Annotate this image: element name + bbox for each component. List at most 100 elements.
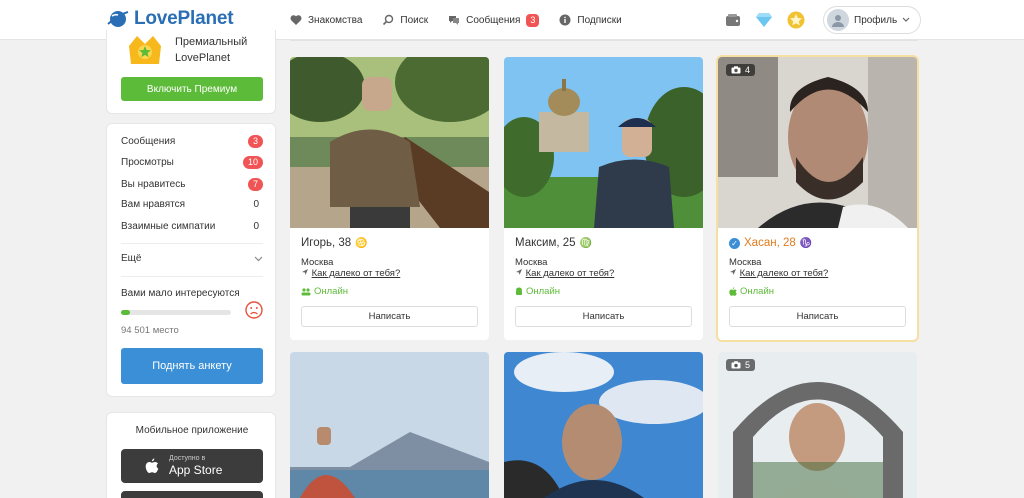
card-city: Москва <box>301 257 334 268</box>
card-distance[interactable]: Как далеко от тебя? <box>729 268 828 279</box>
interest-progress-fill <box>121 310 130 315</box>
logo-text: LovePlanet <box>134 8 234 29</box>
zodiac-icon: ♍ <box>579 237 592 249</box>
profile-card[interactable]: 5 <box>718 352 917 498</box>
profile-label: Профиль <box>854 14 898 26</box>
header-actions: Профиль <box>725 0 922 40</box>
diamond-icon[interactable] <box>755 12 773 28</box>
write-button[interactable]: Написать <box>515 306 692 327</box>
android-online-icon <box>516 287 522 295</box>
card-city: Москва <box>515 257 548 268</box>
user-avatar-icon <box>832 15 844 27</box>
profile-photo[interactable] <box>290 57 489 228</box>
zodiac-icon: ♋ <box>355 237 368 249</box>
stat-label: Вам нравятся <box>121 199 186 210</box>
divider <box>121 243 263 244</box>
premium-crown-icon <box>129 36 161 64</box>
location-arrow-icon <box>302 269 308 275</box>
wallet-icon[interactable] <box>725 13 741 27</box>
more-label: Ещё <box>121 253 142 264</box>
photo-count-badge: 4 <box>726 64 756 76</box>
apple-online-icon <box>729 287 737 296</box>
photo-mountain-lake <box>290 352 489 498</box>
location-arrow-icon <box>730 269 736 275</box>
stat-label: Просмотры <box>121 157 174 168</box>
logo[interactable]: LovePlanet <box>106 7 234 31</box>
card-name[interactable]: Максим, 25 ♍ <box>515 237 592 249</box>
app-store-button[interactable]: Доступно в App Store <box>121 449 263 483</box>
location-arrow-icon <box>516 269 522 275</box>
premium-text: Премиальный LovePlanet <box>175 34 247 66</box>
photo-sky-selfie <box>504 352 703 498</box>
profile-photo[interactable]: 4 <box>718 57 917 228</box>
online-text: Онлайн <box>526 286 561 297</box>
app-store-big-text: App Store <box>169 463 223 477</box>
write-button[interactable]: Написать <box>301 306 478 327</box>
verified-check-icon: ✓ <box>729 237 740 249</box>
stat-you-like[interactable]: Вам нравятся 0 <box>121 199 263 210</box>
online-status: Онлайн <box>729 286 774 297</box>
nav-messages[interactable]: Сообщения 3 <box>448 13 540 27</box>
premium-line1: Премиальный <box>175 36 248 48</box>
profile-photo[interactable] <box>504 57 703 228</box>
distance-link: Как далеко от тебя? <box>525 268 615 279</box>
nav-dating-label: Знакомства <box>308 14 363 26</box>
camera-icon <box>731 361 741 369</box>
photo-cathedral <box>504 57 703 228</box>
camera-icon <box>731 66 741 74</box>
card-distance[interactable]: Как далеко от тебя? <box>515 268 614 279</box>
search-icon <box>383 14 394 26</box>
stat-label: Вы нравитесь <box>121 179 186 190</box>
profile-card[interactable]: Игорь, 38 ♋ Москва Как далеко от тебя? О… <box>290 57 489 340</box>
stat-messages[interactable]: Сообщения 3 <box>121 135 263 148</box>
stat-count: 3 <box>247 135 263 148</box>
heart-icon <box>290 15 302 25</box>
enable-premium-button[interactable]: Включить Премиум <box>121 77 263 101</box>
stat-count: 0 <box>253 221 259 232</box>
online-status: Онлайн <box>515 286 560 297</box>
google-play-button[interactable] <box>121 491 263 498</box>
stat-count: 7 <box>247 178 263 191</box>
nav-search[interactable]: Поиск <box>382 14 428 26</box>
chevron-down-icon <box>902 17 910 22</box>
divider <box>121 276 263 277</box>
photo-car-selfie <box>718 57 917 228</box>
more-toggle[interactable]: Ещё <box>121 253 263 264</box>
profile-card[interactable]: Максим, 25 ♍ Москва Как далеко от тебя? … <box>504 57 703 340</box>
planet-logo-icon <box>107 11 129 27</box>
stat-liked-you[interactable]: Вы нравитесь 7 <box>121 178 263 191</box>
chat-icon <box>449 16 460 25</box>
star-badge-icon[interactable] <box>787 11 805 29</box>
profile-button[interactable]: Профиль <box>823 6 922 34</box>
main-nav: Знакомства Поиск Сообщения 3 Подписки <box>290 0 622 40</box>
card-name[interactable]: ✓ Хасан, 28 ♑ <box>729 237 812 249</box>
card-name[interactable]: Игорь, 38 ♋ <box>301 237 368 249</box>
photo-count-text: 4 <box>745 65 751 75</box>
interest-row: Вами мало интересуются <box>121 288 263 299</box>
nav-dating[interactable]: Знакомства <box>290 14 362 26</box>
raise-profile-button[interactable]: Поднять анкету <box>121 348 263 384</box>
card-distance[interactable]: Как далеко от тебя? <box>301 268 400 279</box>
profile-card-highlighted[interactable]: 4 ✓ Хасан, 28 ♑ Москва Как далеко от теб… <box>716 55 919 342</box>
stat-count: 10 <box>242 156 263 169</box>
stat-views[interactable]: Просмотры 10 <box>121 156 263 169</box>
photo-arch <box>718 352 917 498</box>
premium-card: Премиальный LovePlanet Включить Премиум <box>106 30 276 114</box>
photo-park-bench <box>290 57 489 228</box>
interest-label: Вами мало интересуются <box>121 288 240 299</box>
info-icon <box>559 14 571 26</box>
sad-face-icon <box>245 301 263 319</box>
messages-badge: 3 <box>526 13 540 27</box>
nav-subscriptions[interactable]: Подписки <box>559 14 622 26</box>
stat-label: Взаимные симпатии <box>121 221 216 232</box>
place-text: 94 501 место <box>121 325 179 336</box>
stat-mutual[interactable]: Взаимные симпатии 0 <box>121 221 263 232</box>
card-name-text: Хасан, 28 <box>744 237 796 249</box>
app-store-small-text: Доступно в <box>169 455 206 462</box>
profile-card[interactable] <box>504 352 703 498</box>
stat-label: Сообщения <box>121 136 176 147</box>
online-text: Онлайн <box>314 286 349 297</box>
write-button[interactable]: Написать <box>729 306 906 327</box>
interest-progress <box>121 310 231 315</box>
profile-card[interactable] <box>290 352 489 498</box>
